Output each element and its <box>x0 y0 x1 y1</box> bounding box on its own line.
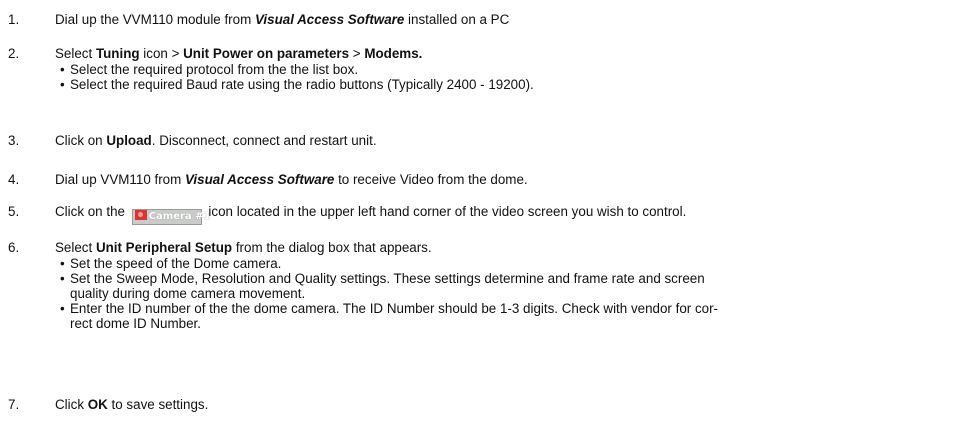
text-run: icon > <box>139 46 184 61</box>
text-run: Click on the <box>55 204 129 219</box>
bullet-item: Set the Sweep Mode, Resolution and Quali… <box>59 271 718 286</box>
camera-icon <box>134 210 147 220</box>
step-number: 4. <box>8 172 20 187</box>
step-number: 6. <box>8 240 20 255</box>
text-run: . Disconnect, connect and restart unit. <box>151 133 377 148</box>
text-run: from the dialog box that appears. <box>232 240 432 255</box>
bullet-item: Select the required protocol from the th… <box>59 62 534 77</box>
menu-term: Unit Power on parameters <box>183 46 350 61</box>
text-run: > <box>349 46 365 61</box>
step-number: 1. <box>8 12 20 27</box>
step-text: Select Tuning icon > Unit Power on param… <box>55 46 534 92</box>
software-name: Visual Access Software <box>254 12 405 27</box>
software-name: Visual Access Software <box>185 172 335 187</box>
bullet-continuation: rect dome ID Number. <box>70 316 201 331</box>
bullet-continuation: quality during dome camera movement. <box>70 286 306 301</box>
step-number: 5. <box>8 204 20 219</box>
step-text: Dial up VVM110 from Visual Access Softwa… <box>55 172 528 188</box>
text-run: icon located in the upper left hand corn… <box>204 204 687 219</box>
text-run: to save settings. <box>107 397 209 412</box>
step-number: 7. <box>8 397 20 412</box>
bullet-item: Set the speed of the Dome camera. <box>59 256 718 271</box>
step-text: Select Unit Peripheral Setup from the di… <box>55 240 718 331</box>
bullet-item: Enter the ID number of the the dome came… <box>59 301 718 316</box>
camera-button[interactable]: Camera #1 <box>131 209 210 225</box>
step-number: 2. <box>8 46 20 61</box>
text-run: Select <box>55 240 96 255</box>
button-term: OK <box>87 397 108 412</box>
bullet-list: Select the required protocol from the th… <box>59 62 534 92</box>
step-text: Click OK to save settings. <box>55 397 208 413</box>
text-run: Click on <box>55 133 107 148</box>
menu-term: Modems. <box>364 46 423 61</box>
dialog-term: Unit Peripheral Setup <box>95 240 233 255</box>
bullet-item: Select the required Baud rate using the … <box>59 77 534 92</box>
step-text: Click on the Camera #1 icon located in t… <box>55 204 686 225</box>
step-number: 3. <box>8 133 20 148</box>
step-text: Dial up the VVM110 module from Visual Ac… <box>55 12 509 28</box>
text-run: installed on a PC <box>404 12 510 27</box>
menu-term: Tuning <box>95 46 140 61</box>
button-term: Upload <box>106 133 152 148</box>
text-run: Click <box>55 397 88 412</box>
bullet-list: Set the speed of the Dome camera. Set th… <box>59 256 718 331</box>
text-run: Select <box>55 46 96 61</box>
text-run: to receive Video from the dome. <box>334 172 528 187</box>
text-run: Dial up VVM110 from <box>55 172 185 187</box>
step-text: Click on Upload. Disconnect, connect and… <box>55 133 377 149</box>
text-run: Dial up the VVM110 module from <box>55 12 255 27</box>
camera-label: Camera #1 <box>148 211 211 222</box>
